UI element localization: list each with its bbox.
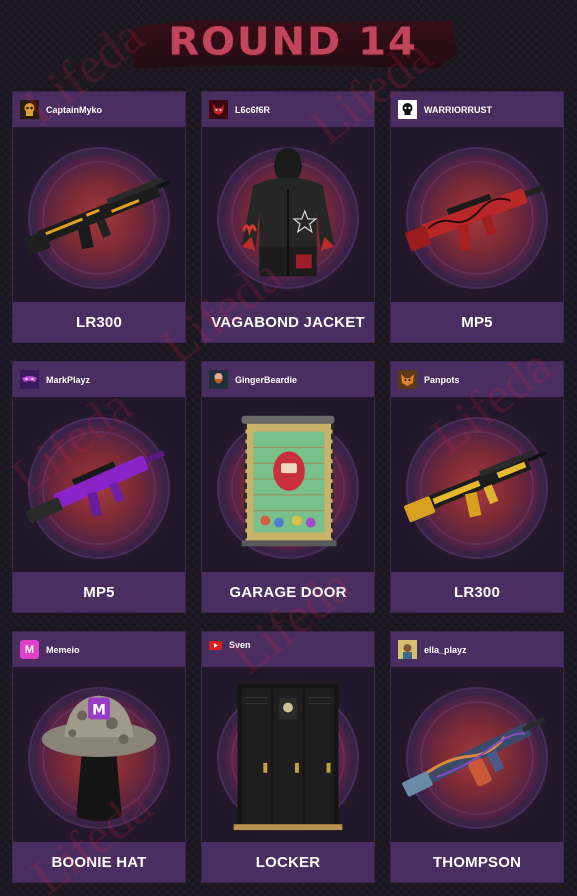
item-name: LR300 — [453, 583, 501, 601]
item-art — [202, 667, 374, 842]
drop-card[interactable]: Sven LOCKER — [201, 631, 375, 883]
item-name: THOMPSON — [432, 853, 522, 871]
skull-logo-avatar-icon — [398, 100, 417, 119]
character-avatar-icon — [398, 640, 417, 659]
fox-avatar-icon — [398, 370, 417, 389]
username: CaptainMyko — [46, 104, 103, 115]
vagabond-jacket-icon — [241, 147, 335, 277]
card-header: MarkPlayz — [13, 362, 185, 397]
card-header: GingerBeardie — [202, 362, 374, 397]
mp5-red-icon — [405, 184, 545, 251]
drop-card[interactable]: WARRIORRUST MP5 — [390, 91, 564, 343]
item-art — [13, 397, 185, 572]
username: WARRIORRUST — [424, 104, 492, 115]
username: ella_playz — [424, 644, 467, 655]
card-header: Sven — [202, 632, 374, 667]
item-art — [202, 397, 374, 572]
drop-card[interactable]: MarkPlayz MP5 — [12, 361, 186, 613]
item-name: GARAGE DOOR — [229, 583, 347, 601]
drop-card[interactable]: M Memeio M BOONIE HAT — [12, 631, 186, 883]
youtube-icon — [209, 641, 222, 650]
username: Sven — [229, 640, 251, 650]
avatar-letter: M — [24, 643, 35, 656]
item-art — [391, 127, 563, 302]
username: MarkPlayz — [46, 374, 91, 385]
drop-card[interactable]: Panpots LR300 — [390, 361, 564, 613]
card-footer: GARAGE DOOR — [202, 572, 374, 612]
card-header: WARRIORRUST — [391, 92, 563, 127]
username: Memeio — [46, 644, 80, 655]
card-header: ella_playz — [391, 632, 563, 667]
card-footer: MP5 — [13, 572, 185, 612]
item-name: MP5 — [461, 313, 493, 331]
mask-avatar-icon — [20, 370, 39, 389]
mp5-purple-icon — [25, 450, 165, 524]
skull-avatar-icon — [20, 100, 39, 119]
thompson-icon — [402, 717, 546, 797]
round-title-text: ROUND 14 — [168, 20, 418, 64]
card-header: L6c6f6R — [202, 92, 374, 127]
drop-card[interactable]: L6c6f6R VAGABOND JACKET — [201, 91, 375, 343]
item-name: BOONIE HAT — [51, 853, 147, 871]
boonie-hat-icon: M — [41, 695, 157, 822]
item-name: LOCKER — [255, 853, 321, 871]
card-footer: BOONIE HAT — [13, 842, 185, 882]
drop-card[interactable]: GingerBeardie GARAGE DOOR — [201, 361, 375, 613]
drop-card[interactable]: CaptainMyko LR300 — [12, 91, 186, 343]
card-footer: THOMPSON — [391, 842, 563, 882]
demon-avatar-icon — [209, 100, 228, 119]
bearded-avatar-icon — [209, 370, 228, 389]
m-logo-avatar-icon: M — [20, 640, 39, 659]
item-art: M — [13, 667, 185, 842]
item-name: LR300 — [75, 313, 123, 331]
card-footer: LR300 — [391, 572, 563, 612]
card-header: CaptainMyko — [13, 92, 185, 127]
username: L6c6f6R — [235, 104, 271, 115]
round-title: ROUND 14 — [128, 16, 458, 68]
card-header: Panpots — [391, 362, 563, 397]
garage-door-icon — [241, 415, 337, 547]
lr300-yellow-icon — [404, 449, 547, 523]
item-art — [391, 667, 563, 842]
lr300-rifle-icon — [24, 176, 171, 255]
item-name: MP5 — [83, 583, 115, 601]
svg-text:M: M — [92, 702, 106, 718]
item-art — [13, 127, 185, 302]
drop-grid: CaptainMyko LR300 L6c6f6R VAGABOND JACKE… — [12, 91, 564, 883]
item-name: VAGABOND JACKET — [211, 313, 365, 331]
username: Panpots — [424, 374, 460, 385]
username: GingerBeardie — [235, 374, 298, 385]
card-footer: MP5 — [391, 302, 563, 342]
item-art — [202, 127, 374, 302]
card-footer: VAGABOND JACKET — [202, 302, 374, 342]
drop-card[interactable]: ella_playz THOMPSON — [390, 631, 564, 883]
locker-icon — [233, 683, 343, 831]
card-footer: LR300 — [13, 302, 185, 342]
card-header: M Memeio — [13, 632, 185, 667]
item-art — [391, 397, 563, 572]
card-footer: LOCKER — [202, 842, 374, 882]
